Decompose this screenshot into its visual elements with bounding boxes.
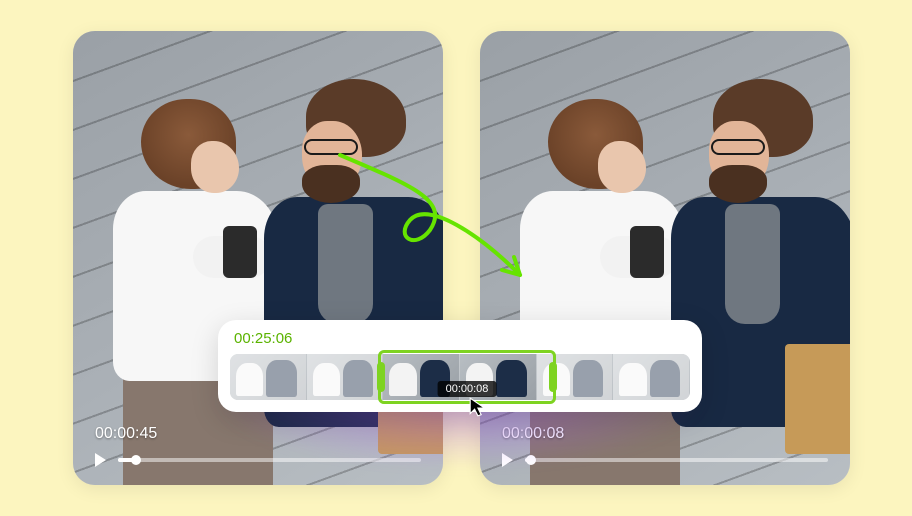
person-man xyxy=(268,69,443,485)
video-frame-left xyxy=(73,31,443,485)
timestamp-right: 00:00:08 xyxy=(502,425,828,443)
progress-knob-right[interactable] xyxy=(526,455,536,465)
video-frame-right xyxy=(480,31,850,485)
play-icon[interactable] xyxy=(502,453,513,467)
player-bar-right: 00:00:08 xyxy=(480,425,850,485)
trim-handle-right[interactable] xyxy=(549,362,557,392)
play-icon[interactable] xyxy=(95,453,106,467)
timestamp-left: 00:00:45 xyxy=(95,425,421,443)
player-bar-left: 00:00:45 xyxy=(73,425,443,485)
progress-knob-left[interactable] xyxy=(131,455,141,465)
thumbnail[interactable] xyxy=(230,354,307,400)
person-man xyxy=(675,69,850,485)
progress-bar-right[interactable] xyxy=(525,458,828,462)
progress-bar-left[interactable] xyxy=(118,458,421,462)
mouse-cursor-icon xyxy=(468,396,490,418)
thumbnail[interactable] xyxy=(307,354,384,400)
thumbnail[interactable] xyxy=(613,354,690,400)
trim-handle-left[interactable] xyxy=(377,362,385,392)
source-video-card: 00:00:45 xyxy=(73,31,443,485)
trim-selection-time: 00:00:08 xyxy=(438,381,497,397)
trimmer-total-time: 00:25:06 xyxy=(234,330,292,347)
person-woman xyxy=(520,81,690,481)
person-woman xyxy=(113,81,283,481)
result-video-card: 00:00:08 xyxy=(480,31,850,485)
trim-selection[interactable]: 00:00:08 xyxy=(378,350,556,404)
video-trimmer[interactable]: 00:25:06 00:00:08 xyxy=(218,320,702,412)
